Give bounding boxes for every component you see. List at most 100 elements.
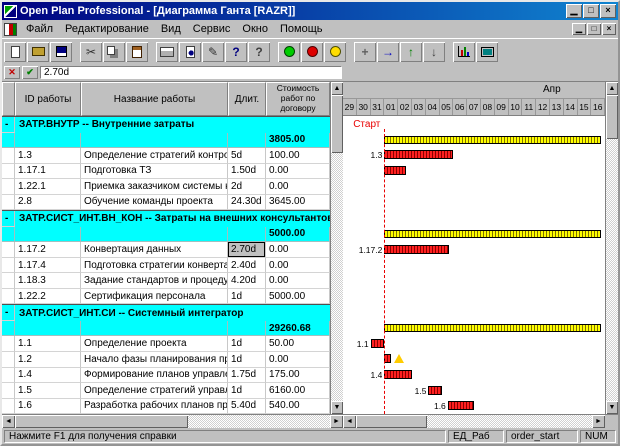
cell-name[interactable]: Обучение команды проекта	[81, 195, 228, 211]
gantt-summary-bar[interactable]	[384, 324, 600, 332]
cell-duration[interactable]: 2d	[228, 179, 266, 195]
cell-id[interactable]: 1.4	[15, 368, 81, 384]
add-activity-button[interactable]: +	[354, 42, 376, 62]
help-button[interactable]: ?	[225, 42, 247, 62]
copy-button[interactable]	[103, 42, 125, 62]
cell-name[interactable]	[81, 321, 228, 337]
minimize-button[interactable]: ▁	[566, 4, 582, 18]
scroll-up-button[interactable]: ▲	[331, 82, 343, 95]
cell-id[interactable]: 1.1	[15, 336, 81, 352]
menu-item-window[interactable]: Окно	[236, 22, 274, 36]
open-button[interactable]	[27, 42, 49, 62]
new-button[interactable]	[4, 42, 26, 62]
cost-analysis-button[interactable]	[324, 42, 346, 62]
cell-name[interactable]: Разработка рабочих планов проекта	[81, 399, 228, 414]
scroll-right-button[interactable]: ►	[330, 415, 343, 428]
section-row[interactable]: -ЗАТР.СИСТ_ИНТ.ВН_КОН -- Затраты на внеш…	[2, 210, 330, 227]
cell-name[interactable]: Приемка заказчиком системы клиент	[81, 179, 228, 195]
save-button[interactable]	[50, 42, 72, 62]
warning-icon[interactable]	[394, 354, 404, 363]
cell-name[interactable]: Определение стратегий управления и	[81, 383, 228, 399]
cell-id[interactable]: 1.6	[15, 399, 81, 414]
gantt-task-bar[interactable]	[384, 245, 449, 254]
cell-cost[interactable]: 5000.00	[266, 289, 330, 305]
cell-name[interactable]: Определение проекта	[81, 336, 228, 352]
scroll-left-button[interactable]: ◄	[343, 415, 356, 428]
mdi-restore-button[interactable]: □	[587, 23, 601, 35]
cell-id[interactable]	[15, 133, 81, 149]
summary-row[interactable]: 5000.00	[2, 227, 330, 243]
task-row[interactable]: 1.17.2Конвертация данных2.70d0.00	[2, 242, 330, 258]
task-row[interactable]: 1.3Определение стратегий контроля и отч5…	[2, 148, 330, 164]
cell-duration[interactable]: 5.40d	[228, 399, 266, 414]
gantt-task-bar[interactable]	[448, 401, 474, 410]
move-down-button[interactable]: ↓	[423, 42, 445, 62]
duration-column-header[interactable]: Длит.	[228, 82, 266, 116]
cell-cost[interactable]: 0.00	[266, 179, 330, 195]
cell-id[interactable]	[15, 321, 81, 337]
cell-cost[interactable]: 0.00	[266, 352, 330, 368]
scroll-track[interactable]	[331, 95, 343, 401]
gantt-task-bar[interactable]	[371, 339, 385, 348]
cell-id[interactable]	[15, 227, 81, 243]
cell-cost[interactable]: 3805.00	[266, 133, 330, 149]
cell-duration[interactable]: 1.75d	[228, 368, 266, 384]
scroll-up-button[interactable]: ▲	[606, 82, 618, 95]
gantt-task-bar[interactable]	[384, 166, 406, 175]
cell-duration[interactable]: 4.20d	[228, 273, 266, 289]
name-column-header[interactable]: Название работы	[81, 82, 228, 116]
task-row[interactable]: 1.17.1Подготовка ТЗ1.50d0.00	[2, 164, 330, 180]
task-row[interactable]: 1.22.2Сертификация персонала1d5000.00	[2, 289, 330, 305]
cell-name[interactable]: Подготовка ТЗ	[81, 164, 228, 180]
gantt-task-bar[interactable]	[384, 150, 453, 159]
cell-id[interactable]: 2.8	[15, 195, 81, 211]
table-horizontal-scrollbar[interactable]: ◄ ►	[2, 415, 343, 428]
gantt-task-bar[interactable]	[384, 370, 412, 379]
collapse-toggle[interactable]: -	[2, 211, 15, 227]
cell-cost[interactable]: 6160.00	[266, 383, 330, 399]
scroll-track[interactable]	[356, 415, 592, 428]
task-row[interactable]: 1.4Формирование планов управления1.75d17…	[2, 368, 330, 384]
menu-item-service[interactable]: Сервис	[187, 22, 237, 36]
app-icon[interactable]	[4, 5, 17, 18]
task-row[interactable]: 1.1Определение проекта1d50.00	[2, 336, 330, 352]
context-help-button[interactable]: ?	[248, 42, 270, 62]
accept-edit-button[interactable]: ✔	[22, 66, 38, 79]
task-row[interactable]: 1.2Начало фазы планирования проекта1d0.0…	[2, 352, 330, 368]
collapse-toggle[interactable]: -	[2, 305, 15, 321]
cell-cost[interactable]: 100.00	[266, 148, 330, 164]
menu-item-help[interactable]: Помощь	[274, 22, 329, 36]
cell-duration[interactable]	[228, 227, 266, 243]
cell-cost[interactable]: 29260.68	[266, 321, 330, 337]
link-activities-button[interactable]: →	[377, 42, 399, 62]
cut-button[interactable]: ✂	[80, 42, 102, 62]
menu-item-view[interactable]: Вид	[155, 22, 187, 36]
paste-button[interactable]	[126, 42, 148, 62]
cell-cost[interactable]: 5000.00	[266, 227, 330, 243]
scroll-left-button[interactable]: ◄	[2, 415, 15, 428]
document-icon[interactable]	[4, 23, 17, 36]
task-row[interactable]: 1.5Определение стратегий управления и1d6…	[2, 383, 330, 399]
close-button[interactable]: ×	[600, 4, 616, 18]
cell-duration[interactable]	[228, 321, 266, 337]
scroll-thumb[interactable]	[15, 415, 188, 428]
task-row[interactable]: 1.22.1Приемка заказчиком системы клиент2…	[2, 179, 330, 195]
summary-row[interactable]: 3805.00	[2, 133, 330, 149]
print-button[interactable]	[156, 42, 178, 62]
cell-id[interactable]: 1.22.1	[15, 179, 81, 195]
gantt-vertical-scrollbar[interactable]: ▲ ▼	[605, 82, 618, 414]
cell-name[interactable]	[81, 227, 228, 243]
cell-cost[interactable]: 0.00	[266, 273, 330, 289]
cell-id[interactable]: 1.5	[15, 383, 81, 399]
gantt-summary-bar[interactable]	[384, 136, 600, 144]
collapse-toggle[interactable]: -	[2, 117, 15, 133]
scroll-down-button[interactable]: ▼	[606, 401, 618, 414]
scroll-thumb[interactable]	[356, 415, 427, 428]
mdi-close-button[interactable]: ×	[602, 23, 616, 35]
cell-id[interactable]: 1.18.3	[15, 273, 81, 289]
gantt-horizontal-scrollbar[interactable]: ◄ ►	[343, 415, 605, 428]
cell-name[interactable]	[81, 133, 228, 149]
cell-cost[interactable]: 50.00	[266, 336, 330, 352]
mdi-minimize-button[interactable]: ▁	[572, 23, 586, 35]
gantt-summary-bar[interactable]	[384, 230, 600, 238]
